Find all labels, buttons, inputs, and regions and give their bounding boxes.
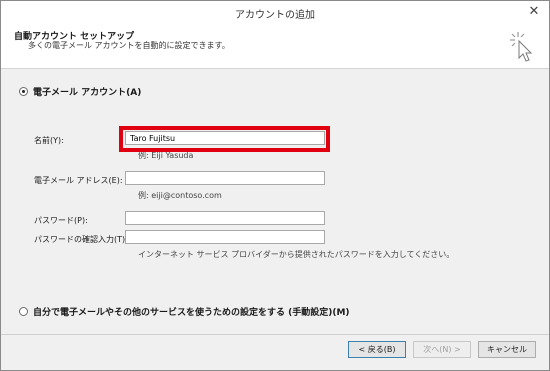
password-label: パスワード(P):	[34, 216, 88, 225]
email-label: 電子メール アドレス(E):	[34, 176, 123, 185]
name-label: 名前(Y):	[34, 136, 64, 145]
wizard-cursor-icon	[510, 32, 533, 62]
email-hint: 例: eiji@contoso.com	[138, 191, 222, 200]
email-account-option[interactable]: 電子メール アカウント(A)	[19, 85, 141, 98]
email-input[interactable]	[125, 171, 325, 185]
password-confirm-input[interactable]	[125, 230, 325, 244]
back-button[interactable]: < 戻る(B)	[348, 341, 406, 358]
password-hint: インターネット サービス プロバイダーから提供されたパスワードを入力してください…	[138, 250, 455, 259]
title-bar: アカウントの追加 ✕	[1, 1, 549, 25]
email-account-radio[interactable]	[19, 87, 28, 96]
window-title: アカウントの追加	[235, 10, 315, 21]
header-subtitle: 多くの電子メール アカウントを自動的に設定できます。	[28, 41, 230, 50]
manual-setup-radio[interactable]	[19, 307, 28, 316]
password-input[interactable]	[125, 211, 325, 225]
footer-divider	[1, 334, 549, 335]
cancel-button[interactable]: キャンセル	[478, 341, 536, 358]
manual-setup-option[interactable]: 自分で電子メールやその他のサービスを使うための設定をする (手動設定)(M)	[19, 305, 350, 318]
password-confirm-label: パスワードの確認入力(T):	[34, 235, 128, 244]
add-account-dialog: アカウントの追加 ✕ 自動アカウント セットアップ 多くの電子メール アカウント…	[0, 0, 550, 371]
wizard-body	[1, 69, 549, 334]
manual-setup-label: 自分で電子メールやその他のサービスを使うための設定をする (手動設定)(M)	[33, 308, 350, 318]
name-field-highlight	[119, 126, 330, 152]
email-account-label: 電子メール アカウント(A)	[33, 88, 142, 98]
next-button[interactable]: 次へ(N) >	[413, 341, 471, 358]
wizard-header: 自動アカウント セットアップ 多くの電子メール アカウントを自動的に設定できます…	[1, 25, 549, 69]
close-icon[interactable]: ✕	[525, 4, 543, 20]
